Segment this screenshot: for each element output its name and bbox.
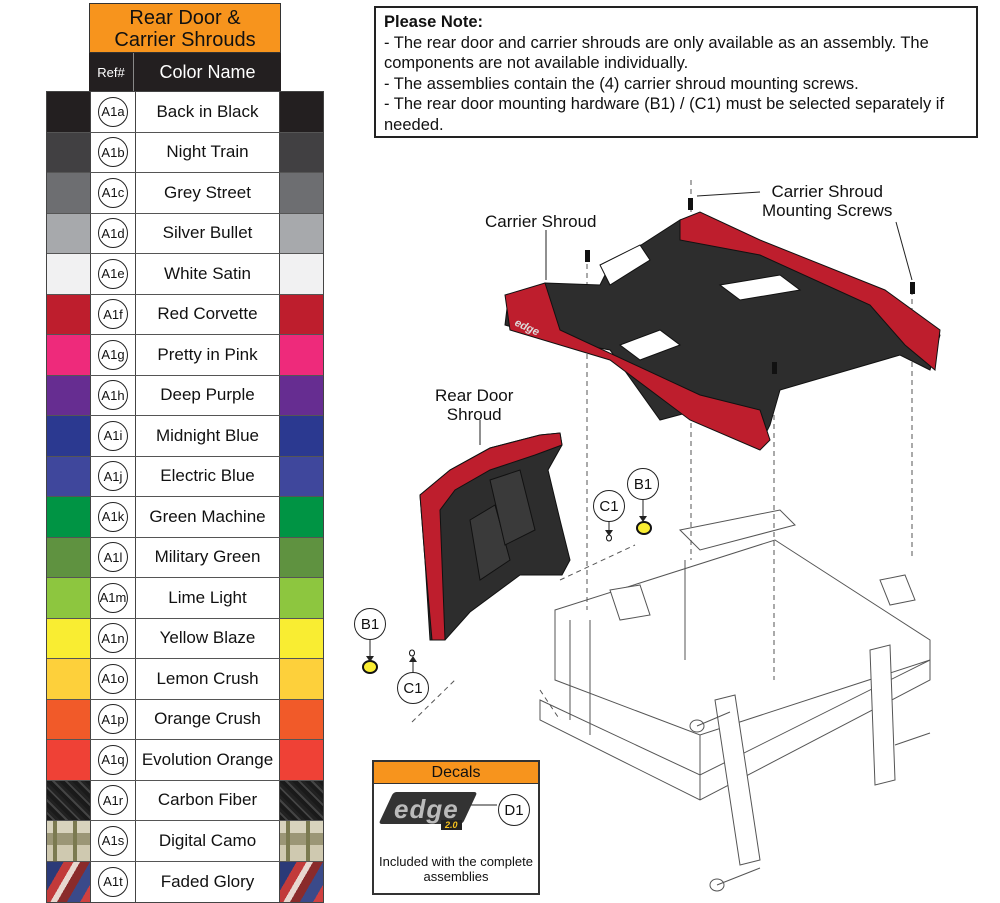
- label-mounting-screws: Carrier Shroud Mounting Screws: [762, 182, 892, 220]
- label-mounting-screws-line2: Mounting Screws: [762, 201, 893, 220]
- decals-box: Decals edge 2.0 D1 Included with the com…: [372, 760, 540, 895]
- label-carrier-shroud: Carrier Shroud: [485, 212, 597, 231]
- label-rear-door-line2: Shroud: [446, 405, 502, 424]
- label-rear-door-shroud: Rear Door Shroud: [435, 386, 513, 424]
- base-frame: [539, 509, 931, 892]
- callout-c1-lower: C1: [397, 672, 429, 704]
- callout-b1-lower: B1: [354, 608, 386, 640]
- decals-caption: Included with the complete assemblies: [379, 854, 533, 884]
- label-rear-door-line1: Rear Door: [435, 386, 514, 405]
- label-mounting-screws-line1: Carrier Shroud: [771, 182, 883, 201]
- edge-logo-version: 2.0: [441, 820, 462, 830]
- carrier-shroud: edge: [504, 211, 941, 451]
- callout-d1: D1: [498, 794, 530, 826]
- edge-logo: edge 2.0: [378, 790, 478, 836]
- callout-b1-upper: B1: [627, 468, 659, 500]
- decals-title: Decals: [374, 762, 538, 784]
- rear-door-shroud: [419, 432, 571, 641]
- callout-c1-upper: C1: [593, 490, 625, 522]
